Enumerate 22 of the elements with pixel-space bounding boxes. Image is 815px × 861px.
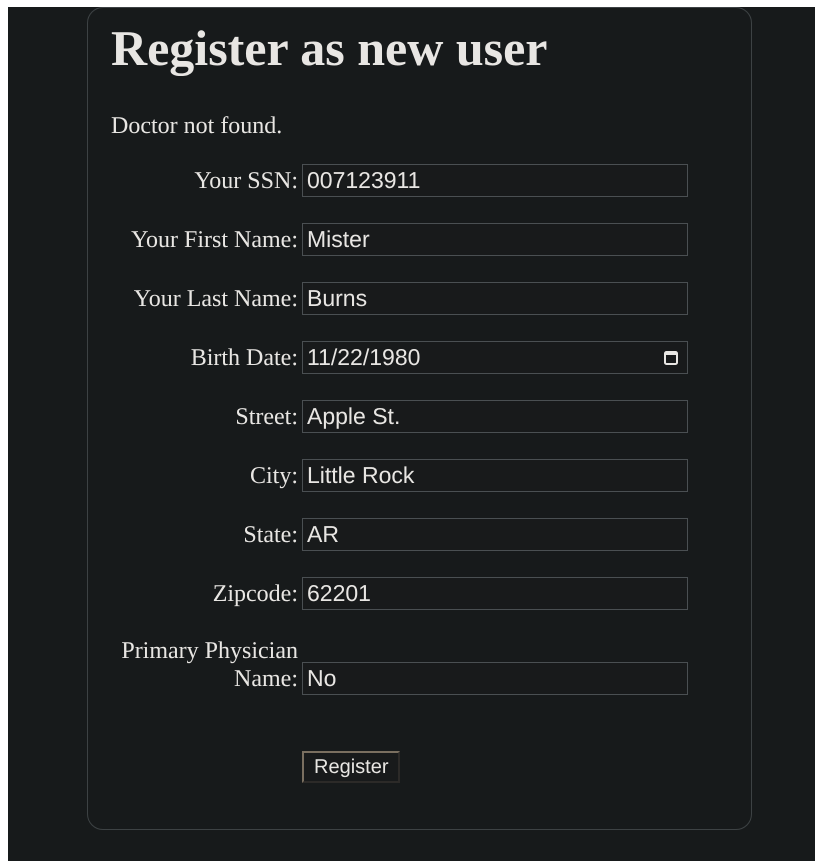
field-label: Primary Physician Name:: [120, 637, 298, 694]
text-field[interactable]: 007123911: [302, 164, 688, 197]
page-heading: Register as new user: [111, 19, 548, 78]
text-field[interactable]: Little Rock: [302, 459, 688, 492]
field-label: City:: [248, 462, 298, 491]
status-message: Doctor not found.: [111, 112, 284, 140]
field-label: Your First Name:: [130, 226, 298, 255]
field-label: Street:: [234, 403, 298, 432]
field-label: Your SSN:: [193, 167, 298, 196]
field-label: Birth Date:: [190, 344, 298, 373]
text-field[interactable]: AR: [302, 518, 688, 551]
register-button[interactable]: Register: [302, 751, 400, 783]
text-field[interactable]: 62201: [302, 577, 688, 610]
calendar-icon[interactable]: [664, 350, 678, 365]
text-field[interactable]: Apple St.: [302, 400, 688, 433]
date-field[interactable]: 11/22/1980: [302, 341, 688, 374]
text-field[interactable]: Burns: [302, 282, 688, 315]
field-label: Zipcode:: [212, 580, 298, 609]
field-label: Your Last Name:: [132, 285, 298, 314]
text-field[interactable]: Mister: [302, 223, 688, 256]
field-label: State:: [242, 521, 298, 550]
text-field[interactable]: No: [302, 662, 688, 695]
